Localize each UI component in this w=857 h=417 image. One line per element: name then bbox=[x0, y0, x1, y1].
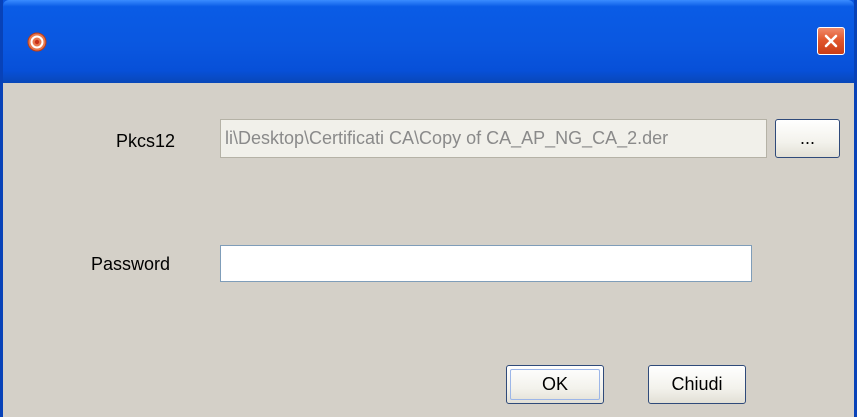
password-input[interactable] bbox=[220, 245, 752, 282]
ok-button-label: OK bbox=[541, 374, 568, 394]
title-bar[interactable] bbox=[3, 0, 854, 83]
pkcs12-path-field[interactable]: li\Desktop\Certificati CA\Copy of CA_AP_… bbox=[220, 119, 767, 158]
password-label: Password bbox=[91, 254, 171, 274]
chiudi-button-label: Chiudi bbox=[671, 374, 723, 394]
dialog-body: Pkcs12 li\Desktop\Certificati CA\Copy of… bbox=[3, 83, 854, 417]
dialog-window: Pkcs12 li\Desktop\Certificati CA\Copy of… bbox=[0, 0, 857, 417]
chiudi-button[interactable]: Chiudi bbox=[648, 365, 746, 404]
ok-button[interactable]: OK bbox=[506, 365, 604, 404]
close-icon bbox=[824, 34, 838, 48]
browse-button-label: ... bbox=[799, 128, 815, 148]
app-icon bbox=[27, 32, 47, 52]
close-button[interactable] bbox=[817, 27, 845, 55]
browse-button[interactable]: ... bbox=[775, 119, 840, 158]
pkcs12-label: Pkcs12 bbox=[116, 131, 176, 151]
